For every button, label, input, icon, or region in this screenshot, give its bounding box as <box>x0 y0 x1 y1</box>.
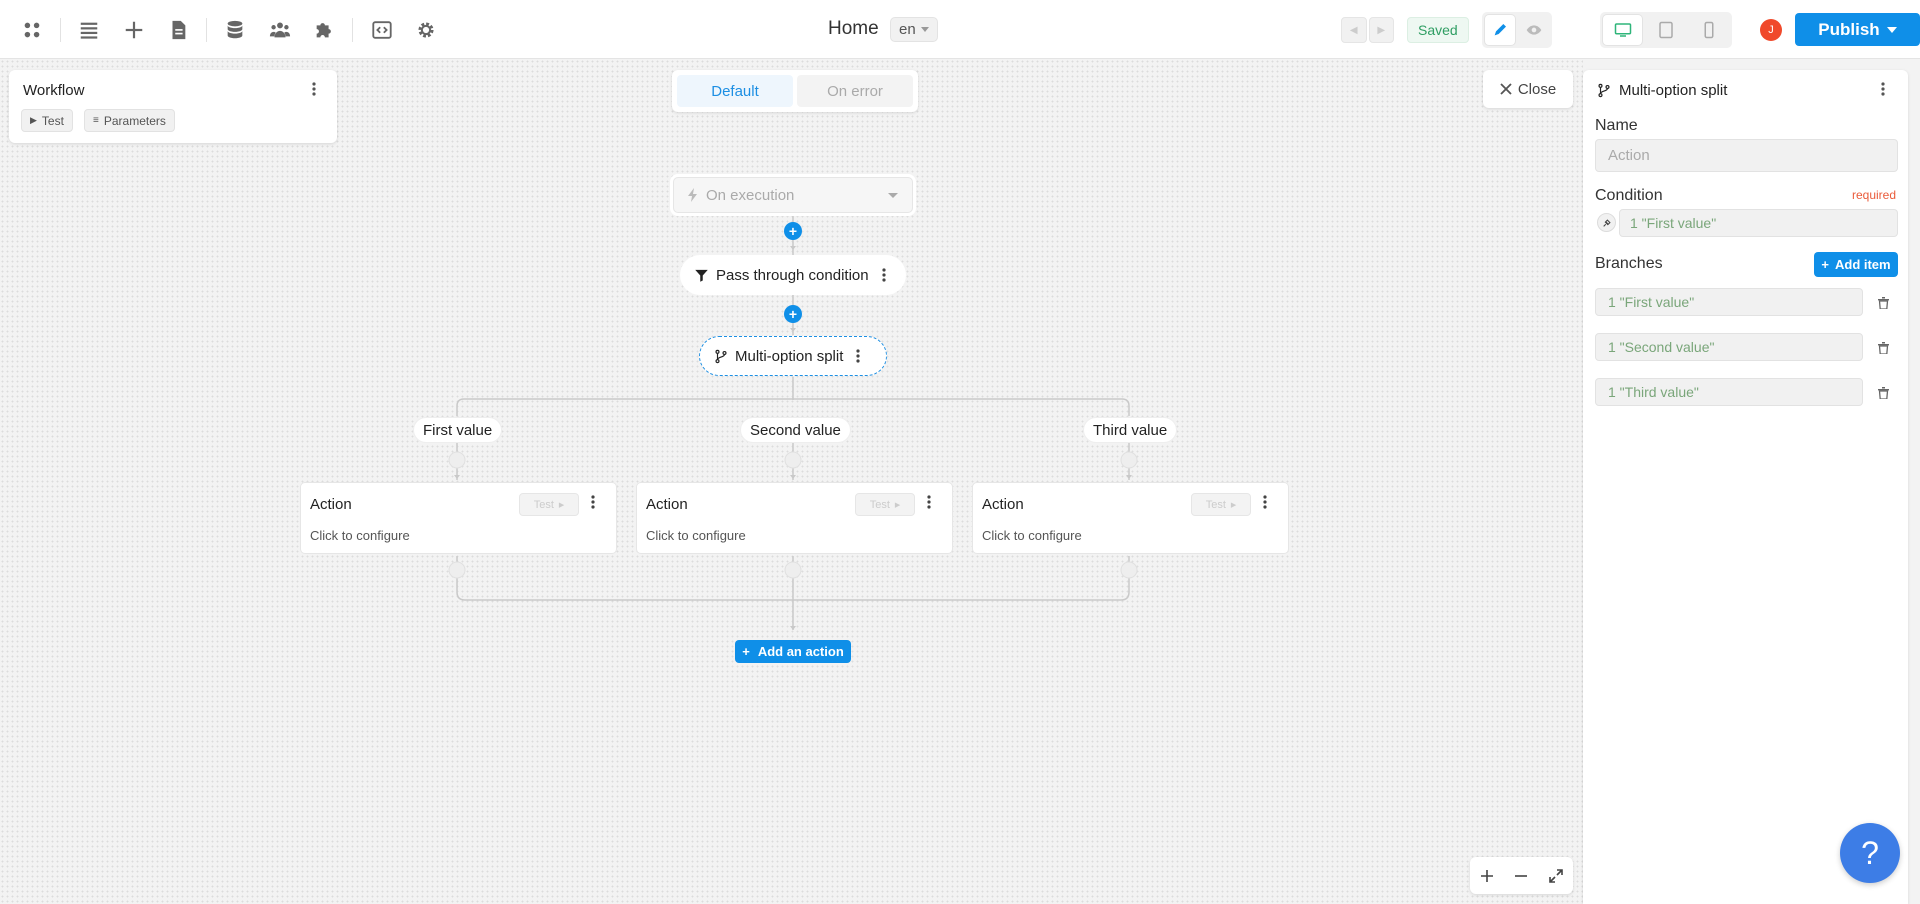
add-action-label: Add an action <box>757 644 844 659</box>
filter-label: Pass through condition <box>716 266 869 284</box>
panel-header: Multi-option split <box>1597 82 1727 99</box>
required-badge: required <box>1852 188 1897 202</box>
branch-field[interactable]: 1 "Second value" <box>1595 333 1863 361</box>
trigger-label: On execution <box>706 186 795 204</box>
lightning-icon <box>688 188 697 202</box>
filter-icon <box>695 269 708 282</box>
tablet-icon <box>1659 21 1673 39</box>
branch-label[interactable]: First value <box>413 417 503 443</box>
play-icon: ▶ <box>30 115 37 125</box>
action-subtitle: Click to configure <box>982 528 1082 543</box>
name-label: Name <box>1595 117 1638 134</box>
play-icon: ▶ <box>558 501 565 509</box>
action-test-button[interactable]: Test ▶ <box>855 493 915 516</box>
add-action-button[interactable]: + Add an action <box>735 640 851 663</box>
tab-default[interactable]: Default <box>677 75 793 107</box>
plug-icon[interactable] <box>1597 213 1616 232</box>
branch-icon <box>715 349 727 363</box>
zoom-in-icon[interactable] <box>1480 869 1494 883</box>
mobile-icon <box>1704 21 1714 39</box>
database-icon: ≡ <box>93 115 99 126</box>
test-button[interactable]: ▶ Test <box>21 109 73 132</box>
plus-icon: + <box>742 644 750 659</box>
desktop-icon <box>1614 23 1631 37</box>
close-button[interactable]: Close <box>1483 70 1573 108</box>
workflow-card: Workflow ▶ Test ≡ Parameters <box>9 70 337 143</box>
more-vertical-icon[interactable] <box>591 495 595 514</box>
more-vertical-icon[interactable] <box>1881 82 1885 101</box>
more-vertical-icon[interactable] <box>882 268 886 282</box>
action-card[interactable]: Action Click to configure Test ▶ <box>972 482 1289 554</box>
condition-field[interactable]: 1 "First value" <box>1619 209 1898 237</box>
trash-icon[interactable] <box>1878 386 1889 404</box>
split-label: Multi-option split <box>735 347 844 365</box>
desktop-view-button[interactable] <box>1603 15 1643 45</box>
chevron-down-icon <box>888 193 898 198</box>
publish-button[interactable]: Publish <box>1795 13 1920 46</box>
zoom-out-icon[interactable] <box>1514 869 1528 883</box>
parameters-button[interactable]: ≡ Parameters <box>84 109 175 132</box>
test-label: Test <box>41 113 64 128</box>
properties-panel: Multi-option split Name Action Condition… <box>1583 70 1908 904</box>
close-label: Close <box>1517 80 1557 98</box>
chevron-down-icon <box>1886 26 1897 33</box>
fit-view-icon[interactable] <box>1549 868 1563 883</box>
action-subtitle: Click to configure <box>310 528 410 543</box>
action-card[interactable]: Action Click to configure Test ▶ <box>300 482 617 554</box>
tablet-view-button[interactable] <box>1646 15 1685 45</box>
split-node[interactable]: Multi-option split <box>699 336 887 376</box>
help-button[interactable]: ? <box>1840 823 1900 883</box>
flow-mode-toggle: Default On error <box>672 70 918 112</box>
branch-field[interactable]: 1 "Third value" <box>1595 378 1863 406</box>
panel-title: Multi-option split <box>1619 82 1728 99</box>
more-vertical-icon[interactable] <box>856 349 860 363</box>
publish-label: Publish <box>1818 19 1880 39</box>
close-icon <box>1500 83 1512 95</box>
branches-label: Branches <box>1595 255 1663 272</box>
action-test-button[interactable]: Test ▶ <box>519 493 579 516</box>
action-title: Action <box>310 496 352 513</box>
trigger-select[interactable]: On execution <box>673 177 913 213</box>
parameters-label: Parameters <box>103 113 166 128</box>
plus-icon: + <box>1821 257 1829 272</box>
more-vertical-icon[interactable] <box>312 82 316 101</box>
zoom-controls <box>1470 857 1573 894</box>
branch-icon <box>1598 83 1610 98</box>
test-label: Test <box>869 498 890 511</box>
add-item-label: Add item <box>1834 257 1891 272</box>
action-test-button[interactable]: Test ▶ <box>1191 493 1251 516</box>
device-switcher <box>1600 12 1732 48</box>
name-input[interactable]: Action <box>1595 139 1898 172</box>
branch-label[interactable]: Third value <box>1083 417 1178 443</box>
add-step-button[interactable]: + <box>784 222 802 240</box>
mobile-view-button[interactable] <box>1690 15 1729 45</box>
add-item-button[interactable]: + Add item <box>1814 252 1898 277</box>
action-card[interactable]: Action Click to configure Test ▶ <box>636 482 953 554</box>
branch-label[interactable]: Second value <box>740 417 851 443</box>
filter-node[interactable]: Pass through condition <box>680 255 906 295</box>
branch-field[interactable]: 1 "First value" <box>1595 288 1863 316</box>
more-vertical-icon[interactable] <box>1263 495 1267 514</box>
trash-icon[interactable] <box>1878 296 1889 314</box>
action-title: Action <box>646 496 688 513</box>
test-label: Test <box>1205 498 1226 511</box>
add-step-button[interactable]: + <box>784 305 802 323</box>
workflow-title: Workflow <box>23 82 85 99</box>
action-title: Action <box>982 496 1024 513</box>
condition-label: Condition <box>1595 187 1663 204</box>
action-subtitle: Click to configure <box>646 528 746 543</box>
play-icon: ▶ <box>894 501 901 509</box>
avatar[interactable]: J <box>1760 19 1782 41</box>
more-vertical-icon[interactable] <box>927 495 931 514</box>
trash-icon[interactable] <box>1878 341 1889 359</box>
play-icon: ▶ <box>1230 501 1237 509</box>
test-label: Test <box>533 498 554 511</box>
tab-on-error[interactable]: On error <box>797 75 913 107</box>
